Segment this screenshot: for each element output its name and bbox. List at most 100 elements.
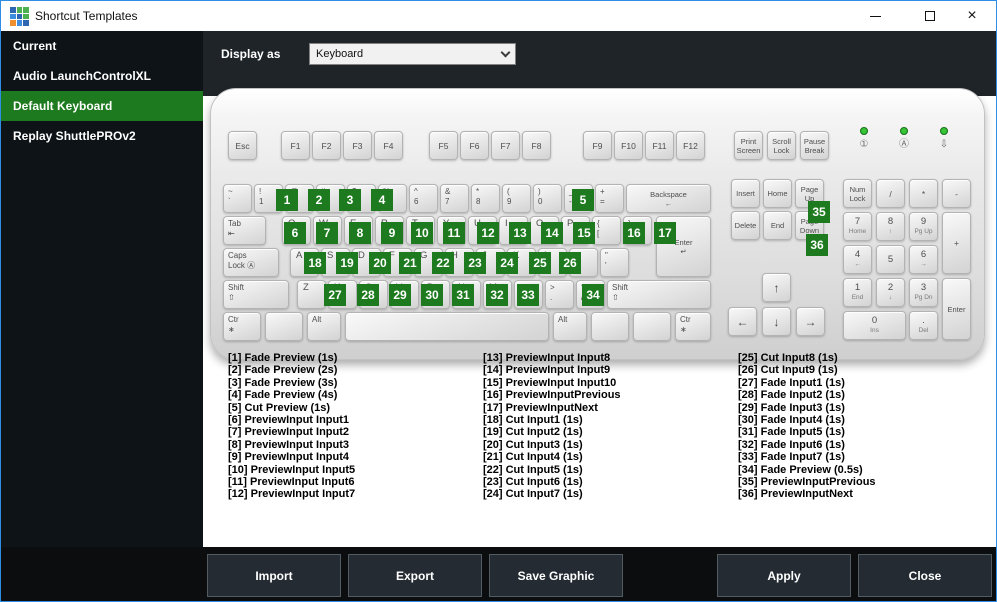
key-end[interactable]: End: [763, 211, 792, 240]
shortcut-badge-6[interactable]: 6: [284, 222, 306, 244]
sidebar-item-default-keyboard[interactable]: Default Keyboard: [1, 91, 203, 121]
key-tab[interactable]: Tab ⇤: [223, 216, 266, 245]
shortcut-badge-35[interactable]: 35: [808, 201, 830, 223]
shortcut-badge-32[interactable]: 32: [486, 284, 508, 306]
key-7[interactable]: 7 Home: [843, 212, 872, 241]
key-blank[interactable]: -: [942, 179, 971, 208]
shortcut-badge-21[interactable]: 21: [399, 252, 421, 274]
close-button[interactable]: ×: [953, 1, 991, 31]
shortcut-badge-17[interactable]: 17: [654, 222, 676, 244]
key-5[interactable]: 5: [876, 245, 905, 274]
key-alt[interactable]: Alt: [307, 312, 341, 341]
shortcut-badge-28[interactable]: 28: [357, 284, 379, 306]
key-shift[interactable]: Shift ⇧: [223, 280, 289, 309]
shortcut-badge-13[interactable]: 13: [509, 222, 531, 244]
shortcut-badge-30[interactable]: 30: [421, 284, 443, 306]
sidebar-item-audio-launchcontrolxl[interactable]: Audio LaunchControlXL: [1, 61, 203, 91]
shortcut-badge-20[interactable]: 20: [369, 252, 391, 274]
key-pause[interactable]: Pause Break: [800, 131, 829, 160]
key-num[interactable]: Num Lock: [843, 179, 872, 208]
key-blank[interactable]: +: [942, 212, 971, 274]
shortcut-badge-25[interactable]: 25: [529, 252, 551, 274]
key-f11[interactable]: F11: [645, 131, 674, 160]
shortcut-badge-19[interactable]: 19: [336, 252, 358, 274]
key-blank[interactable]: [633, 312, 671, 341]
key-ctr[interactable]: Ctr ∗: [675, 312, 711, 341]
key-blank[interactable]: >.: [545, 280, 574, 309]
key-f7[interactable]: F7: [491, 131, 520, 160]
shortcut-badge-4[interactable]: 4: [371, 189, 393, 211]
shortcut-badge-22[interactable]: 22: [432, 252, 454, 274]
shortcut-badge-18[interactable]: 18: [304, 252, 326, 274]
export-button[interactable]: Export: [348, 554, 482, 597]
maximize-button[interactable]: [911, 1, 949, 31]
shortcut-badge-16[interactable]: 16: [623, 222, 645, 244]
shortcut-badge-23[interactable]: 23: [464, 252, 486, 274]
shortcut-badge-9[interactable]: 9: [381, 222, 403, 244]
key-caps[interactable]: Caps Lock Ⓐ: [223, 248, 279, 277]
shortcut-badge-8[interactable]: 8: [349, 222, 371, 244]
shortcut-badge-14[interactable]: 14: [541, 222, 563, 244]
key-f12[interactable]: F12: [676, 131, 705, 160]
key-blank[interactable]: ) 0: [533, 184, 562, 213]
shortcut-badge-7[interactable]: 7: [316, 222, 338, 244]
key-blank[interactable]: ~ `: [223, 184, 252, 213]
key-blank[interactable]: * 8: [471, 184, 500, 213]
key-f3[interactable]: F3: [343, 131, 372, 160]
key-blank[interactable]: " ': [600, 248, 629, 277]
key-blank[interactable]: *: [909, 179, 938, 208]
key-blank[interactable]: + =: [595, 184, 624, 213]
key-3[interactable]: 3 Pg Dn: [909, 278, 938, 307]
key-alt[interactable]: Alt: [553, 312, 587, 341]
key-f4[interactable]: F4: [374, 131, 403, 160]
shortcut-badge-26[interactable]: 26: [559, 252, 581, 274]
key-f1[interactable]: F1: [281, 131, 310, 160]
key-home[interactable]: Home: [763, 179, 792, 208]
key-z[interactable]: Z: [297, 280, 326, 309]
key-blank[interactable]: . Del: [909, 311, 938, 340]
shortcut-badge-29[interactable]: 29: [389, 284, 411, 306]
shortcut-badge-31[interactable]: 31: [452, 284, 474, 306]
key-6[interactable]: 6 →: [909, 245, 938, 274]
sidebar-item-current[interactable]: Current: [1, 31, 203, 61]
shortcut-badge-36[interactable]: 36: [806, 234, 828, 256]
key-f6[interactable]: F6: [460, 131, 489, 160]
save-graphic-button[interactable]: Save Graphic: [489, 554, 623, 597]
close-button[interactable]: Close: [858, 554, 992, 597]
key-blank[interactable]: [345, 312, 549, 341]
shortcut-badge-10[interactable]: 10: [411, 222, 433, 244]
display-as-select[interactable]: Keyboard: [309, 43, 516, 65]
key-4[interactable]: 4 ←: [843, 245, 872, 274]
minimize-button[interactable]: [856, 1, 894, 31]
key-blank[interactable]: (9: [502, 184, 531, 213]
key-2[interactable]: 2 ↓: [876, 278, 905, 307]
key-ctr[interactable]: Ctr ∗: [223, 312, 261, 341]
shortcut-badge-27[interactable]: 27: [324, 284, 346, 306]
key-delete[interactable]: Delete: [731, 211, 760, 240]
shortcut-badge-5[interactable]: 5: [572, 189, 594, 211]
key-scroll[interactable]: Scroll Lock: [767, 131, 796, 160]
key-1[interactable]: 1 End: [843, 278, 872, 307]
shortcut-badge-12[interactable]: 12: [477, 222, 499, 244]
sidebar-item-replay-shuttleprov2[interactable]: Replay ShuttlePROv2: [1, 121, 203, 151]
key-blank[interactable]: ^ 6: [409, 184, 438, 213]
key-insert[interactable]: Insert: [731, 179, 760, 208]
shortcut-badge-3[interactable]: 3: [339, 189, 361, 211]
key-9[interactable]: 9 Pg Up: [909, 212, 938, 241]
key-f9[interactable]: F9: [583, 131, 612, 160]
key-blank[interactable]: [265, 312, 303, 341]
key-f8[interactable]: F8: [522, 131, 551, 160]
shortcut-badge-24[interactable]: 24: [496, 252, 518, 274]
key-blank[interactable]: [591, 312, 629, 341]
key-f5[interactable]: F5: [429, 131, 458, 160]
key-blank[interactable]: ↑: [762, 273, 791, 302]
key-f10[interactable]: F10: [614, 131, 643, 160]
key-shift[interactable]: Shift ⇧: [607, 280, 711, 309]
key-enter[interactable]: Enter: [942, 278, 971, 340]
key-backspace[interactable]: Backspace ←: [626, 184, 711, 213]
key-blank[interactable]: ↓: [762, 307, 791, 336]
shortcut-badge-2[interactable]: 2: [308, 189, 330, 211]
import-button[interactable]: Import: [207, 554, 341, 597]
key-esc[interactable]: Esc: [228, 131, 257, 160]
key-f2[interactable]: F2: [312, 131, 341, 160]
